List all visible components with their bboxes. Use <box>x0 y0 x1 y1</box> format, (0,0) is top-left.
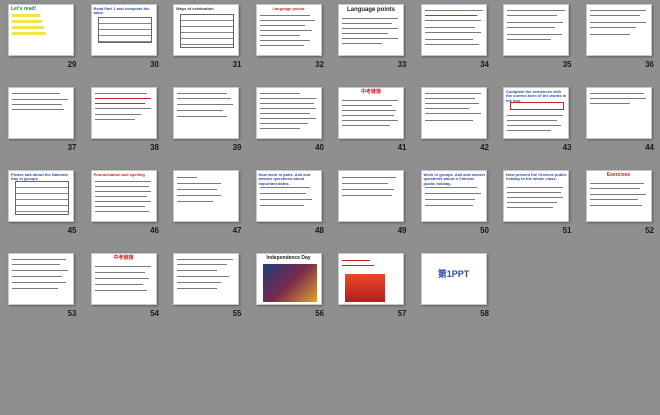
slide-thumbnail-48[interactable]: Now work in pairs. Ask and answer questi… <box>248 166 331 249</box>
slide-thumbnail-44[interactable]: 44 <box>578 83 660 166</box>
slide-number: 32 <box>315 60 324 69</box>
slide-thumbnail-45[interactable]: Please talk about the National Day in gr… <box>0 166 83 249</box>
slide-thumbnail-33[interactable]: Language points 33 <box>330 0 413 83</box>
slide-thumbnail-29[interactable]: Let's read! 29 <box>0 0 83 83</box>
slide-thumbnail-39[interactable]: 39 <box>165 83 248 166</box>
slide-thumbnail-37[interactable]: 37 <box>0 83 83 166</box>
slide-title: Now present the Chinese public holiday t… <box>506 172 567 182</box>
slide-number: 29 <box>67 60 77 69</box>
slide-thumbnail-35[interactable]: 35 <box>495 0 578 83</box>
slide-thumbnail-31[interactable]: Ways of celebration 31 <box>165 0 248 83</box>
slide-title: Pronunciation and spelling <box>93 172 145 177</box>
slide-title: Ways of celebration <box>176 6 214 11</box>
slide-thumbnail-34[interactable]: 34 <box>413 0 496 83</box>
slide-thumbnail-38[interactable]: 38 <box>83 83 166 166</box>
slide-number: 31 <box>232 60 242 69</box>
slide-number: 51 <box>562 226 572 235</box>
slide-title: Now work in pairs. Ask and answer questi… <box>258 172 311 186</box>
slide-number: 37 <box>67 143 77 152</box>
slide-number: 38 <box>150 143 159 152</box>
slide-title: 中考链接 <box>360 89 381 95</box>
slide-number: 57 <box>397 309 407 318</box>
slide-number: 49 <box>397 226 407 235</box>
slide-title: Let's read! <box>11 6 37 12</box>
slide-thumbnail-50[interactable]: Work in groups. Ask and answer questions… <box>413 166 496 249</box>
slide-title: 第1PPT <box>437 269 470 279</box>
slide-thumbnail-32[interactable]: Language points 32 <box>248 0 331 83</box>
slide-number: 58 <box>480 309 489 318</box>
slide-thumbnail-53[interactable]: 53 <box>0 249 83 332</box>
slide-number: 55 <box>232 309 242 318</box>
slide-thumbnail-56[interactable]: Independence Day 56 <box>248 249 331 332</box>
slide-thumbnail-55[interactable]: 55 <box>165 249 248 332</box>
slide-thumbnail-42[interactable]: 42 <box>413 83 496 166</box>
slide-title: Language points <box>347 7 395 13</box>
slide-number: 30 <box>150 60 159 69</box>
slide-number: 46 <box>150 226 159 235</box>
slide-number: 34 <box>480 60 489 69</box>
slide-number: 39 <box>232 143 242 152</box>
slide-number: 35 <box>562 60 572 69</box>
slide-number: 53 <box>67 309 77 318</box>
slide-thumbnail-30[interactable]: Read Part 1 and complete the table. 30 <box>83 0 166 83</box>
slide-title: Work in groups. Ask and answer questions… <box>423 172 486 186</box>
slide-title: Exercises <box>606 172 631 178</box>
slide-thumbnail-58[interactable]: 第1PPT 58 <box>413 249 496 332</box>
slide-number: 43 <box>562 143 572 152</box>
slide-thumbnail-51[interactable]: Now present the Chinese public holiday t… <box>495 166 578 249</box>
slide-number: 56 <box>315 309 324 318</box>
slide-number: 45 <box>67 226 77 235</box>
slide-number: 40 <box>315 143 324 152</box>
slide-number: 33 <box>397 60 407 69</box>
slide-number: 41 <box>397 143 407 152</box>
slide-number: 54 <box>150 309 159 318</box>
slide-thumbnail-46[interactable]: Pronunciation and spelling 46 <box>83 166 166 249</box>
slide-thumbnail-43[interactable]: Complete the sentences with the correct … <box>495 83 578 166</box>
slide-number: 48 <box>315 226 324 235</box>
slide-thumbnail-40[interactable]: 40 <box>248 83 331 166</box>
slide-thumbnail-41[interactable]: 中考链接 41 <box>330 83 413 166</box>
slide-number: 47 <box>232 226 242 235</box>
slide-thumbnail-52[interactable]: Exercises 52 <box>578 166 660 249</box>
slide-thumbnail-57[interactable]: 57 <box>330 249 413 332</box>
slide-thumbnail-49[interactable]: 49 <box>330 166 413 249</box>
slide-sorter-grid: Let's read! 29 Read Part 1 and complete … <box>0 0 660 415</box>
slide-number: 42 <box>480 143 489 152</box>
slide-title: Read Part 1 and complete the table. <box>93 6 150 16</box>
slide-number: 52 <box>645 226 654 235</box>
slide-number: 36 <box>645 60 654 69</box>
slide-title: Language points <box>272 6 305 11</box>
slide-title: 中考链接 <box>113 255 134 261</box>
slide-number: 44 <box>645 143 654 152</box>
slide-title: Independence Day <box>266 255 311 261</box>
slide-number: 50 <box>480 226 489 235</box>
slide-thumbnail-54[interactable]: 中考链接 54 <box>83 249 166 332</box>
slide-thumbnail-47[interactable]: 47 <box>165 166 248 249</box>
slide-thumbnail-36[interactable]: 36 <box>578 0 660 83</box>
